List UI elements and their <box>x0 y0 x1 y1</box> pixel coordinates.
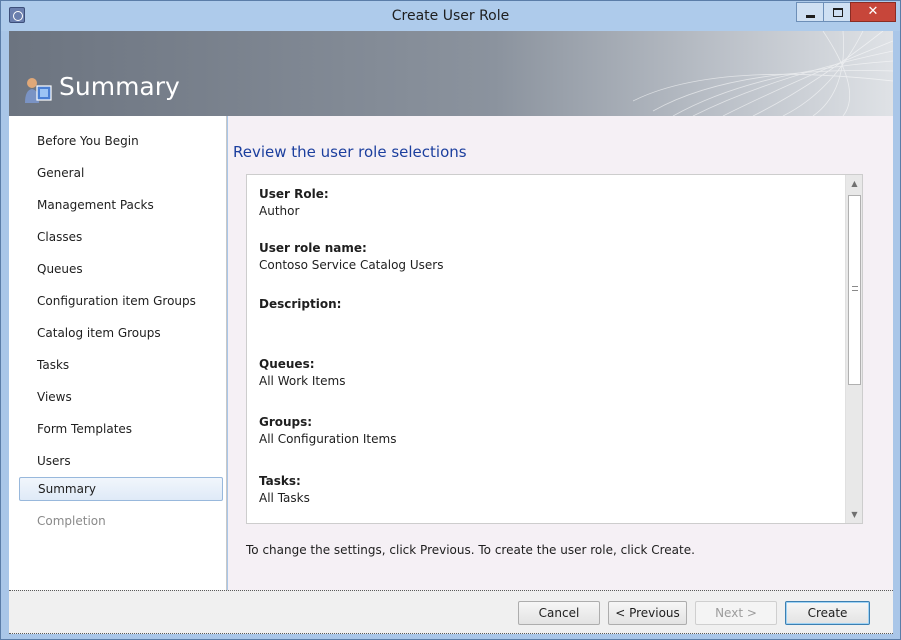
nav-item-configuration-item-groups[interactable]: Configuration item Groups <box>19 289 223 313</box>
next-button: Next > <box>695 601 777 625</box>
field-tasks: Tasks: All Tasks <box>259 474 310 508</box>
window-title: Create User Role <box>391 8 510 24</box>
grip-icon <box>852 286 858 291</box>
summary-panel: Review the user role selections User Rol… <box>228 116 893 590</box>
wizard-footer: Cancel < Previous Next > Create <box>9 590 893 634</box>
vertical-scrollbar[interactable]: ▲ ▼ <box>845 175 862 523</box>
minimize-button[interactable] <box>796 2 824 22</box>
previous-button[interactable]: < Previous <box>608 601 687 625</box>
banner-swirl-decoration <box>633 31 893 116</box>
field-value: All Work Items <box>259 374 346 388</box>
nav-item-users[interactable]: Users <box>19 449 223 473</box>
nav-item-catalog-item-groups[interactable]: Catalog item Groups <box>19 321 223 345</box>
user-role-icon <box>25 78 52 103</box>
nav-item-views[interactable]: Views <box>19 385 223 409</box>
field-value: Contoso Service Catalog Users <box>259 258 444 272</box>
field-user-role: User Role: Author <box>259 187 329 221</box>
maximize-icon <box>833 8 843 17</box>
wizard-header-banner: Summary <box>9 31 893 116</box>
scroll-down-arrow-icon[interactable]: ▼ <box>846 506 862 523</box>
page-title: Summary <box>59 72 180 101</box>
nav-item-management-packs[interactable]: Management Packs <box>19 193 223 217</box>
nav-item-general[interactable]: General <box>19 161 223 185</box>
nav-item-completion: Completion <box>37 514 106 528</box>
nav-item-queues[interactable]: Queues <box>19 257 223 281</box>
field-user-role-name: User role name: Contoso Service Catalog … <box>259 241 443 275</box>
field-label: User Role: <box>259 187 329 201</box>
minimize-icon <box>806 15 815 18</box>
title-bar[interactable]: Create User Role ✕ <box>1 1 900 31</box>
scroll-up-arrow-icon[interactable]: ▲ <box>846 175 862 192</box>
review-heading: Review the user role selections <box>233 143 467 161</box>
nav-item-tasks[interactable]: Tasks <box>19 353 223 377</box>
field-label: Queues: <box>259 357 315 371</box>
cancel-button[interactable]: Cancel <box>518 601 600 625</box>
wizard-navigation: Before You Begin General Management Pack… <box>9 116 227 590</box>
field-queues: Queues: All Work Items <box>259 357 345 391</box>
field-value: Author <box>259 204 300 218</box>
scroll-thumb[interactable] <box>848 195 861 385</box>
field-value: All Configuration Items <box>259 432 397 446</box>
field-label: Groups: <box>259 415 313 429</box>
field-label: Description: <box>259 297 342 311</box>
field-description: Description: <box>259 297 341 331</box>
close-button[interactable]: ✕ <box>850 2 896 22</box>
field-value: All Tasks <box>259 491 310 505</box>
field-groups: Groups: All Configuration Items <box>259 415 396 449</box>
create-user-role-window: Create User Role ✕ Summary Before You Be… <box>0 0 901 640</box>
field-value <box>259 314 341 331</box>
nav-item-summary[interactable]: Summary <box>19 477 223 501</box>
selections-summary-box[interactable]: User Role: Author User role name: Contos… <box>246 174 863 524</box>
nav-item-classes[interactable]: Classes <box>19 225 223 249</box>
nav-item-form-templates[interactable]: Form Templates <box>19 417 223 441</box>
maximize-button[interactable] <box>823 2 851 22</box>
close-icon: ✕ <box>867 4 879 19</box>
instruction-text: To change the settings, click Previous. … <box>246 543 695 557</box>
field-label: Tasks: <box>259 474 301 488</box>
create-button[interactable]: Create <box>785 601 870 625</box>
nav-item-before-you-begin[interactable]: Before You Begin <box>19 129 223 153</box>
field-label: User role name: <box>259 241 367 255</box>
window-controls: ✕ <box>796 2 896 22</box>
